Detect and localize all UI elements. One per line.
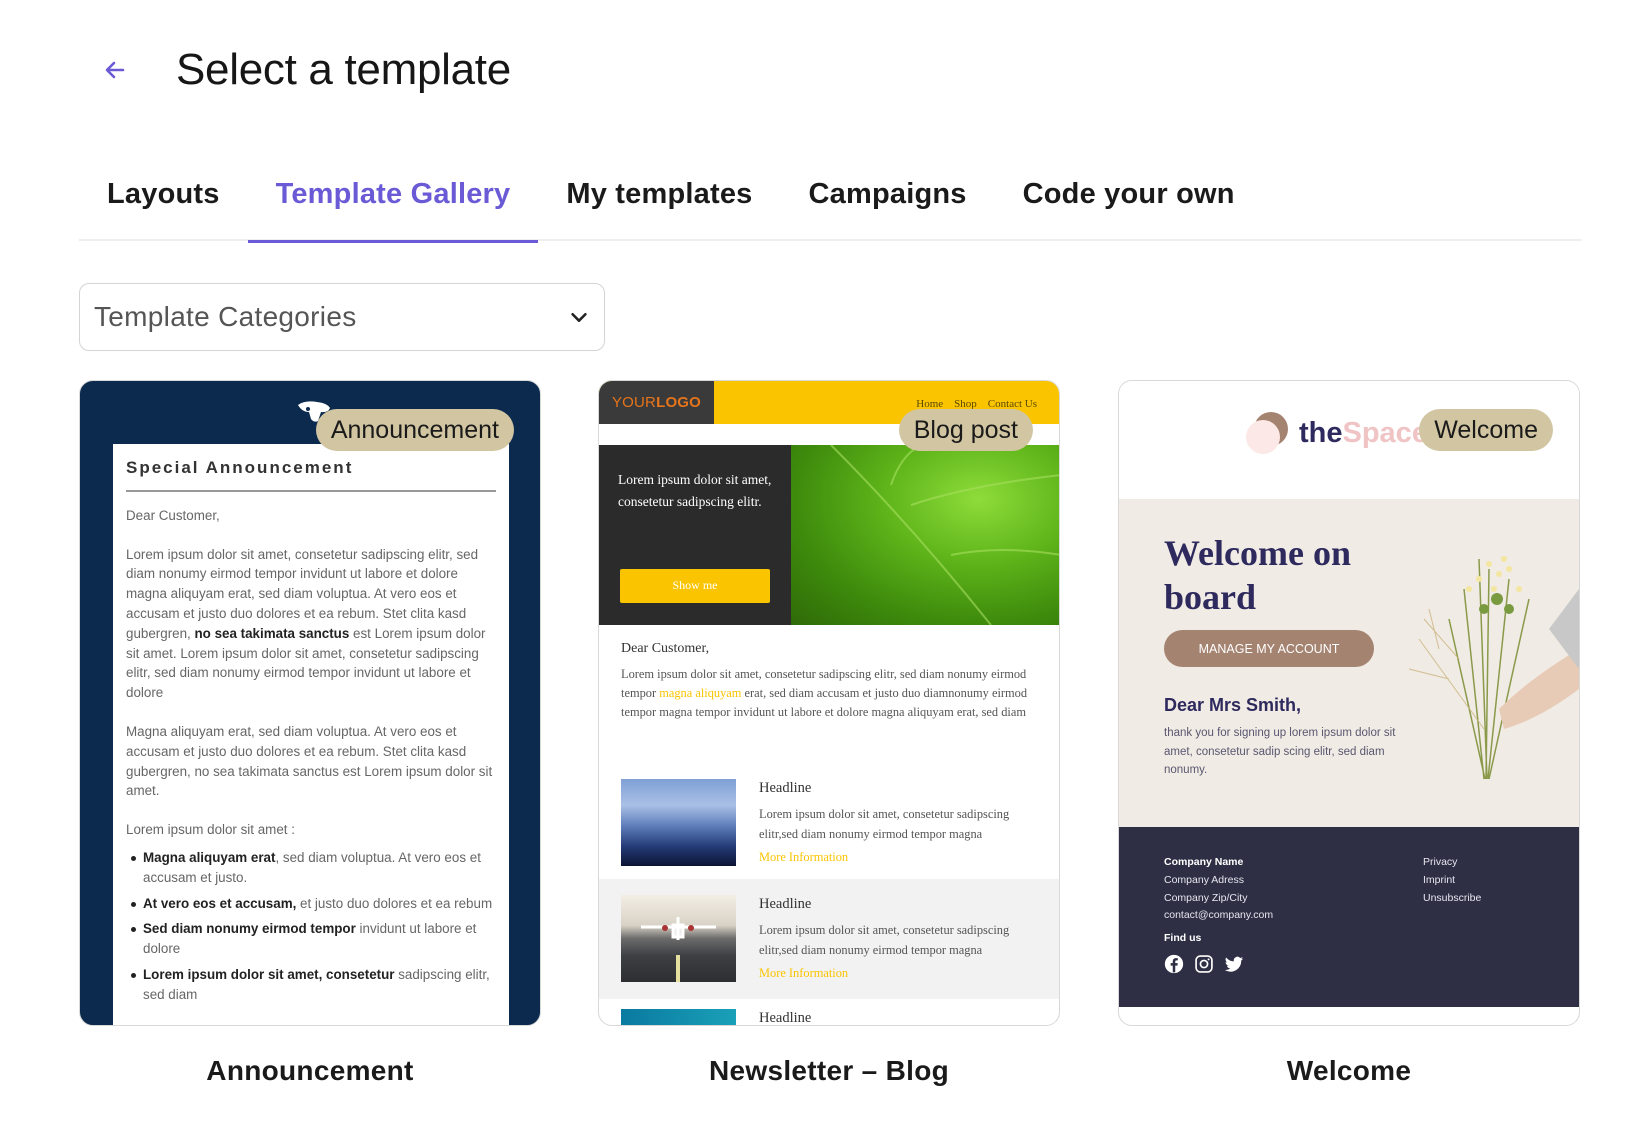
preview-list: Magna aliquyam erat, sed diam voluptua. … [126,848,496,1005]
preview-article: Headline [599,1009,1059,1026]
article-link: More Information [759,966,849,980]
list-item: Sed diam nonumy eirmod tempor invidunt u… [126,919,496,959]
article-link: More Information [759,850,849,864]
tab-campaigns[interactable]: Campaigns [781,160,995,241]
article-headline: Headline [759,780,812,796]
preview-title: Welcome on board [1164,533,1351,617]
bold-text: Magna aliquyam erat [143,849,276,865]
hero-text-panel: Lorem ipsum dolor sit amet, consetetur s… [599,445,791,625]
list-item: Magna aliquyam erat, sed diam voluptua. … [126,848,496,888]
preview-main: Welcome on board MANAGE MY ACCOUNT Dear … [1119,499,1579,827]
privacy-link: Privacy [1423,856,1458,868]
find-us-label: Find us [1164,932,1202,945]
template-title[interactable]: Newsletter – Blog [598,1055,1060,1087]
page-header: Select a template [100,40,511,100]
company-name: Company Name [1164,856,1244,868]
preview-article: Headline Lorem ipsum dolor sit amet, con… [599,879,1059,999]
company-address: Company Adress [1164,873,1244,886]
text: et justo duo dolores et ea rebum [296,895,493,911]
preview-paragraph: Lorem ipsum dolor sit amet, consetetur s… [621,665,1037,722]
leaf-veins [830,445,1059,625]
preview-paragraph: Lorem ipsum dolor sit amet, consetetur s… [126,545,496,703]
manage-account-button: MANAGE MY ACCOUNT [1164,630,1374,667]
article-text: Lorem ipsum dolor sit amet, consetetur s… [759,807,1010,841]
email-preview: Special Announcement Dear Customer, Lore… [113,444,509,1025]
bold-text: Lorem ipsum dolor sit amet, consetetur [143,966,395,982]
preview-greeting: Dear Customer, [621,641,710,656]
category-badge: Announcement [315,409,514,451]
brand-text: the [1299,417,1343,449]
tab-bar: Layouts Template Gallery My templates Ca… [79,160,1581,243]
footer-company-info: Company Name Company Adress Company Zip/… [1164,854,1273,974]
mountains-image [621,779,736,866]
tab-template-gallery[interactable]: Template Gallery [247,160,539,243]
facebook-icon [1164,954,1184,974]
brand-logo-icon [1246,412,1288,454]
ocean-image [621,1009,736,1025]
article-headline: Headline [759,896,812,912]
logo-text-bold: LOGO [656,394,702,411]
company-email: contact@company.com [1164,909,1274,922]
arrow-left-icon [105,61,125,79]
category-badge: Welcome [1419,409,1553,451]
preview-body: Dear Customer, Lorem ipsum dolor sit ame… [599,641,1059,722]
template-title[interactable]: Announcement [79,1055,541,1087]
bold-text: no sea takimata sanctus [194,625,350,641]
social-links [1164,954,1273,974]
template-title[interactable]: Welcome [1118,1055,1580,1087]
preview-footer: Company Name Company Adress Company Zip/… [1119,827,1579,1007]
chevron-down-icon [571,312,587,322]
hero-button: Show me [620,569,770,603]
tab-code-your-own[interactable]: Code your own [995,160,1263,241]
bold-text: Sed diam nonumy eirmod tempor [143,921,356,937]
preview-paragraph: Lorem ipsum dolor sit amet : [126,822,295,838]
template-card-welcome[interactable]: theSpace Welcome Welcome on board MANAGE… [1118,380,1580,1026]
select-value: Template Categories [94,301,357,332]
tab-my-templates[interactable]: My templates [538,160,780,241]
airplane-shape [641,917,716,982]
unsubscribe-link: Unsubscribe [1423,891,1482,904]
preview-logo: YOUR LOGO [599,381,714,424]
flower-bouquet-image [1408,556,1579,780]
brand-text-accent: Space [1342,417,1428,449]
leaf-image [791,445,1059,625]
preview-greeting: Dear Customer, [126,507,220,523]
imprint-link: Imprint [1423,873,1456,886]
hero-text: Lorem ipsum dolor sit amet, consetetur s… [618,472,772,509]
article-headline: Headline [759,1010,812,1026]
company-city: Company Zip/City [1164,891,1248,904]
back-button[interactable] [100,55,130,85]
logo-text: YOUR [611,394,657,411]
instagram-icon [1195,955,1213,973]
template-card-newsletter-blog[interactable]: YOUR LOGO Home Shop Contact Us Blog post … [598,380,1060,1026]
preview-paragraph: Magna aliquyam erat, sed diam voluptua. … [126,723,493,799]
preview-heading: Special Announcement [126,458,496,492]
footer-links: Privacy Imprint Unsubscribe [1423,854,1481,907]
article-text: Lorem ipsum dolor sit amet, consetetur s… [759,923,1010,957]
brand-name: theSpace [1299,417,1428,450]
list-item: At vero eos et accusam, et justo duo dol… [126,894,496,914]
template-categories-select[interactable]: Template Categories [79,283,605,351]
highlight-text: magna aliquyam [659,686,742,700]
preview-greeting: Dear Mrs Smith, [1164,695,1302,715]
preview-hero: Lorem ipsum dolor sit amet, consetetur s… [599,445,1059,625]
page-title: Select a template [176,45,511,94]
twitter-icon [1224,956,1244,972]
list-item: Lorem ipsum dolor sit amet, consetetur s… [126,965,496,1005]
bold-text: At vero eos et accusam, [143,895,297,911]
category-badge: Blog post [898,409,1033,451]
preview-paragraph: thank you for signing up lorem ipsum dol… [1164,727,1396,776]
tab-layouts[interactable]: Layouts [79,160,248,241]
airplane-image [621,895,736,982]
template-card-announcement[interactable]: Announcement Special Announcement Dear C… [79,380,541,1026]
